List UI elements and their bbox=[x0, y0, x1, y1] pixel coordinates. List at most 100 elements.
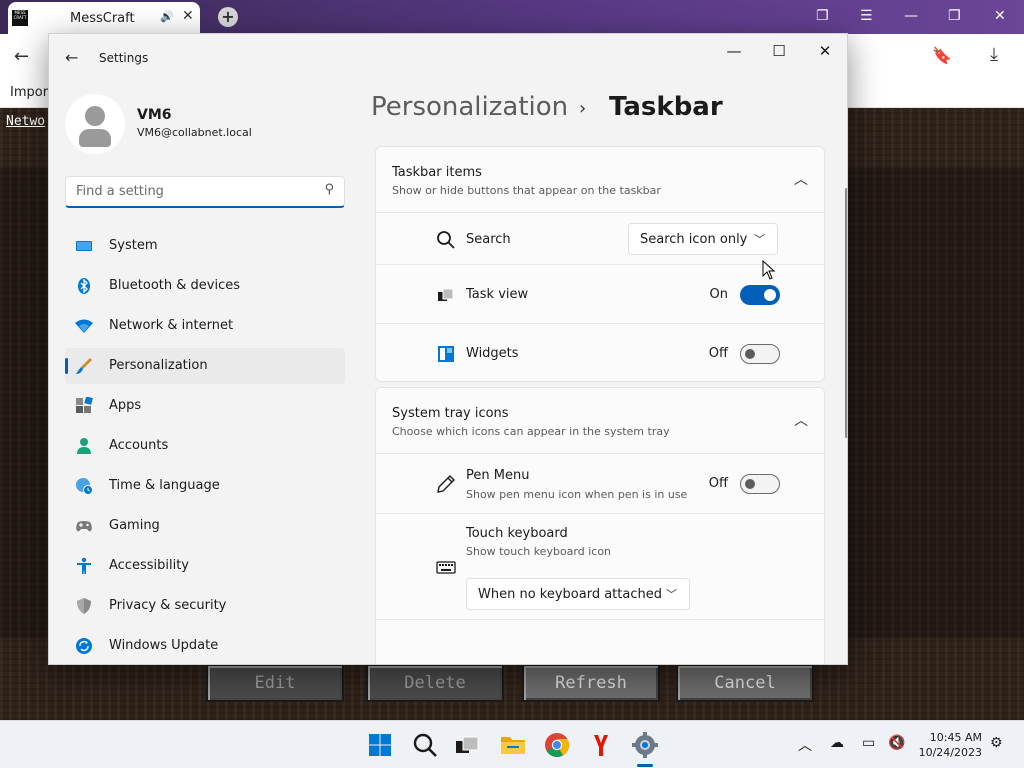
task-view-taskbar-icon[interactable] bbox=[453, 731, 481, 759]
apps-icon bbox=[76, 397, 93, 413]
speaker-icon[interactable]: 🔊 bbox=[160, 10, 174, 23]
chrome-icon[interactable] bbox=[543, 731, 571, 759]
globe-clock-icon bbox=[76, 478, 93, 495]
sidebar-item-label: Accessibility bbox=[109, 558, 189, 573]
chevron-down-icon: ﹀ bbox=[666, 588, 677, 601]
search-mode-dropdown[interactable]: Search icon only ﹀ bbox=[628, 223, 778, 255]
taskbar-items-header[interactable]: Taskbar items Show or hide buttons that … bbox=[376, 147, 824, 213]
notification-icon[interactable]: ⚙ bbox=[990, 735, 1003, 751]
windows-start-icon[interactable] bbox=[366, 731, 394, 759]
sidebar-item-label: System bbox=[109, 238, 158, 253]
sidebar-item-accessibility[interactable]: Accessibility bbox=[65, 548, 345, 584]
task-view-label: Task view bbox=[466, 287, 529, 302]
settings-content: Taskbar items Show or hide buttons that … bbox=[375, 146, 825, 664]
settings-back-icon[interactable]: ← bbox=[65, 48, 78, 67]
sidebar-item-label: Gaming bbox=[109, 518, 160, 533]
tab-close-icon[interactable]: ✕ bbox=[182, 8, 194, 24]
onedrive-icon[interactable]: ☁ bbox=[830, 735, 844, 751]
bluetooth-icon bbox=[78, 278, 90, 294]
import-bookmarks-link[interactable]: Import bbox=[10, 85, 53, 100]
settings-search-box[interactable]: ⚲ bbox=[65, 176, 345, 208]
touch-keyboard-label: Touch keyboard bbox=[466, 526, 568, 541]
minimize-icon[interactable]: — bbox=[904, 8, 918, 24]
settings-window-title: Settings bbox=[99, 51, 149, 65]
refresh-button[interactable]: Refresh bbox=[522, 664, 660, 702]
taskbar-search-icon[interactable] bbox=[411, 731, 439, 759]
settings-maximize-icon[interactable]: ☐ bbox=[764, 42, 794, 60]
delete-button[interactable]: Delete bbox=[366, 664, 504, 702]
settings-minimize-icon[interactable]: — bbox=[719, 42, 749, 60]
chevron-up-icon[interactable]: ︿ bbox=[794, 169, 808, 189]
bookmark-icon[interactable]: 🔖 bbox=[932, 46, 952, 65]
pen-menu-label: Pen Menu bbox=[466, 468, 530, 483]
taskbar-clock[interactable]: 10:45 AM 10/24/2023 bbox=[918, 730, 982, 760]
sidebar-item-gaming[interactable]: Gaming bbox=[65, 508, 345, 544]
brush-icon bbox=[76, 358, 92, 374]
browser-close-icon[interactable]: ✕ bbox=[994, 8, 1006, 24]
collections-icon[interactable]: ❐ bbox=[816, 8, 829, 24]
download-icon[interactable]: ⤓ bbox=[990, 44, 998, 65]
sidebar-item-apps[interactable]: Apps bbox=[65, 388, 345, 424]
shield-icon bbox=[77, 598, 91, 614]
touch-keyboard-value: When no keyboard attached bbox=[478, 587, 662, 602]
system-tray-card: System tray icons Choose which icons can… bbox=[375, 387, 825, 664]
file-explorer-icon[interactable] bbox=[499, 731, 527, 759]
tab-title: MessCraft bbox=[70, 11, 135, 26]
cancel-button[interactable]: Cancel bbox=[676, 664, 814, 702]
keyboard-icon bbox=[436, 561, 456, 574]
gamepad-icon bbox=[76, 521, 92, 532]
system-tray-header[interactable]: System tray icons Choose which icons can… bbox=[376, 388, 824, 454]
widgets-toggle[interactable] bbox=[740, 344, 780, 364]
settings-close-icon[interactable]: ✕ bbox=[810, 42, 840, 60]
sidebar-item-personalization[interactable]: Personalization bbox=[65, 348, 345, 384]
sidebar-item-privacy[interactable]: Privacy & security bbox=[65, 588, 345, 624]
pen-menu-toggle[interactable] bbox=[740, 474, 780, 494]
sidebar-item-accounts[interactable]: Accounts bbox=[65, 428, 345, 464]
task-view-toggle[interactable] bbox=[740, 285, 780, 305]
widgets-row: Widgets Off bbox=[376, 324, 824, 382]
touch-keyboard-sub: Show touch keyboard icon bbox=[466, 545, 612, 558]
widgets-state: Off bbox=[708, 346, 728, 361]
touch-keyboard-dropdown[interactable]: When no keyboard attached ﹀ bbox=[466, 578, 690, 610]
restore-icon[interactable]: ❐ bbox=[948, 8, 961, 24]
search-input[interactable] bbox=[66, 177, 316, 206]
network-status-icon[interactable]: ▭ bbox=[862, 735, 875, 751]
browser-tab[interactable]: MESS CRAFT MessCraft 🔊 ✕ bbox=[8, 2, 200, 34]
volume-muted-icon[interactable]: 🔇 bbox=[888, 735, 905, 751]
settings-nav: System Bluetooth & devices Network & int… bbox=[65, 228, 345, 664]
new-tab-button[interactable]: + bbox=[218, 7, 238, 27]
active-app-indicator bbox=[637, 764, 653, 767]
pen-icon bbox=[437, 475, 455, 493]
sidebar-item-bluetooth[interactable]: Bluetooth & devices bbox=[65, 268, 345, 304]
show-hidden-icons-chevron-icon[interactable]: ︿ bbox=[798, 735, 812, 755]
sidebar-item-label: Network & internet bbox=[109, 318, 234, 333]
settings-gear-icon[interactable] bbox=[631, 731, 659, 759]
sidebar-item-system[interactable]: System bbox=[65, 228, 345, 264]
content-scrollbar[interactable] bbox=[845, 188, 847, 438]
yandex-browser-icon[interactable] bbox=[587, 731, 615, 759]
avatar bbox=[65, 94, 125, 154]
sidebar-item-label: Privacy & security bbox=[109, 598, 227, 613]
browser-back-icon[interactable]: ← bbox=[14, 46, 29, 67]
system-tray-subtitle: Choose which icons can appear in the sys… bbox=[392, 425, 670, 438]
windows-taskbar: ︿ ☁ ▭ 🔇 10:45 AM 10/24/2023 ⚙ bbox=[0, 720, 1024, 768]
chevron-up-icon[interactable]: ︿ bbox=[794, 410, 808, 430]
settings-titlebar: ← Settings — ☐ ✕ bbox=[49, 34, 847, 82]
task-view-row: Task view On bbox=[376, 265, 824, 324]
sidebar-item-network[interactable]: Network & internet bbox=[65, 308, 345, 344]
network-link[interactable]: Netwo bbox=[6, 114, 45, 129]
mouse-cursor-icon bbox=[762, 260, 776, 280]
sidebar-item-label: Personalization bbox=[109, 358, 208, 373]
user-name: VM6 bbox=[137, 107, 172, 123]
breadcrumb-personalization[interactable]: Personalization bbox=[371, 92, 568, 122]
pen-menu-row: Pen Menu Show pen menu icon when pen is … bbox=[376, 454, 824, 514]
avatar-body bbox=[79, 129, 111, 147]
monitor-icon bbox=[76, 241, 92, 251]
sidebar-item-windows-update[interactable]: Windows Update bbox=[65, 628, 345, 664]
menu-icon[interactable]: ☰ bbox=[860, 8, 873, 24]
user-email: VM6@collabnet.local bbox=[137, 126, 252, 139]
edit-button[interactable]: Edit bbox=[206, 664, 344, 702]
sidebar-item-label: Windows Update bbox=[109, 638, 219, 653]
sidebar-item-time-language[interactable]: Time & language bbox=[65, 468, 345, 504]
pen-menu-state: Off bbox=[708, 476, 728, 491]
